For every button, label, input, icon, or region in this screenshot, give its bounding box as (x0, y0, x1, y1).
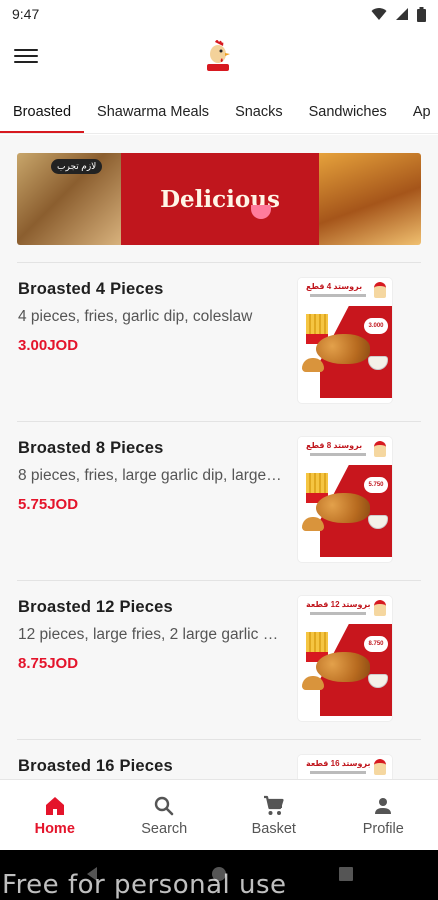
cart-icon (263, 795, 284, 815)
status-icons (371, 6, 426, 22)
menu-item[interactable]: Broasted 12 Pieces 12 pieces, large frie… (17, 581, 421, 731)
item-image: بروستد 12 قطعة 8.750 (298, 596, 392, 721)
nav-profile-label: Profile (362, 821, 404, 837)
banner-bubble-text: لازم تجرب (51, 159, 103, 174)
battery-icon (417, 6, 426, 22)
item-price: 8.75JOD (18, 655, 79, 672)
tab-snacks[interactable]: Snacks (222, 90, 296, 133)
menu-item[interactable]: Broasted 8 Pieces 8 pieces, fries, large… (17, 422, 421, 572)
banner-food-photo-left: لازم تجرب (17, 153, 121, 245)
image-price-tag: 3.000 (364, 318, 388, 334)
rooster-logo (207, 40, 230, 71)
nav-basket-label: Basket (251, 821, 296, 837)
item-price: 5.75JOD (18, 496, 79, 513)
app-bar (0, 28, 438, 84)
home-icon (45, 797, 64, 815)
status-time: 9:47 (12, 6, 40, 22)
bottom-navigation: Home Search Basket Profile (0, 779, 438, 850)
person-icon (375, 798, 392, 814)
tab-shawarma-meals[interactable]: Shawarma Meals (84, 90, 222, 133)
image-price-tag: 5.750 (364, 477, 388, 493)
nav-home-label: Home (34, 821, 75, 837)
image-caption: بروستد 12 قطعة (306, 600, 371, 609)
recents-icon[interactable] (338, 866, 354, 882)
menu-icon[interactable] (14, 44, 38, 68)
item-description: 4 pieces, fries, garlic dip, coleslaw (18, 308, 253, 325)
image-caption: بروستد 8 قطع (306, 441, 363, 450)
category-tabs: Broasted Shawarma Meals Snacks Sandwiche… (0, 90, 438, 134)
item-price: 3.00JOD (18, 337, 79, 354)
menu-item[interactable]: Broasted 4 Pieces 4 pieces, fries, garli… (17, 263, 421, 413)
nav-profile[interactable]: Profile (329, 780, 438, 850)
item-name: Broasted 12 Pieces (18, 598, 173, 616)
tab-sandwiches[interactable]: Sandwiches (296, 90, 400, 133)
image-caption: بروستد 4 قطع (306, 282, 363, 291)
image-price-tag: 8.750 (364, 636, 388, 652)
nav-search[interactable]: Search (110, 780, 220, 850)
banner-center: Delicious (121, 153, 319, 245)
status-bar: 9:47 (0, 0, 438, 28)
menu-item[interactable]: Broasted 16 Pieces بروستد 16 قطعة (17, 740, 421, 779)
item-description: 12 pieces, large fries, 2 large garlic d… (18, 626, 283, 643)
tongue-icon (251, 205, 271, 219)
item-image: بروستد 4 قطع 3.000 (298, 278, 392, 403)
nav-home[interactable]: Home (0, 780, 110, 850)
menu-list[interactable]: لازم تجرب Delicious Broasted 4 Pieces 4 … (0, 135, 438, 779)
search-icon (155, 796, 174, 816)
tab-broasted[interactable]: Broasted (0, 90, 85, 133)
promo-banner[interactable]: لازم تجرب Delicious (17, 153, 421, 245)
item-name: Broasted 4 Pieces (18, 280, 164, 298)
item-image: بروستد 16 قطعة (298, 755, 392, 779)
item-name: Broasted 8 Pieces (18, 439, 164, 457)
system-navigation-bar: Free for personal use (0, 850, 438, 900)
image-caption: بروستد 16 قطعة (306, 759, 371, 768)
banner-food-photo-right (319, 153, 421, 245)
item-image: بروستد 8 قطع 5.750 (298, 437, 392, 562)
tab-appetizers[interactable]: Ap (400, 90, 438, 133)
item-description: 8 pieces, fries, large garlic dip, large… (18, 467, 283, 484)
item-name: Broasted 16 Pieces (18, 757, 173, 775)
wifi-icon (371, 8, 387, 20)
watermark-text: Free for personal use (2, 870, 287, 900)
nav-search-label: Search (141, 821, 188, 837)
nav-basket[interactable]: Basket (219, 780, 329, 850)
signal-icon (396, 8, 408, 20)
